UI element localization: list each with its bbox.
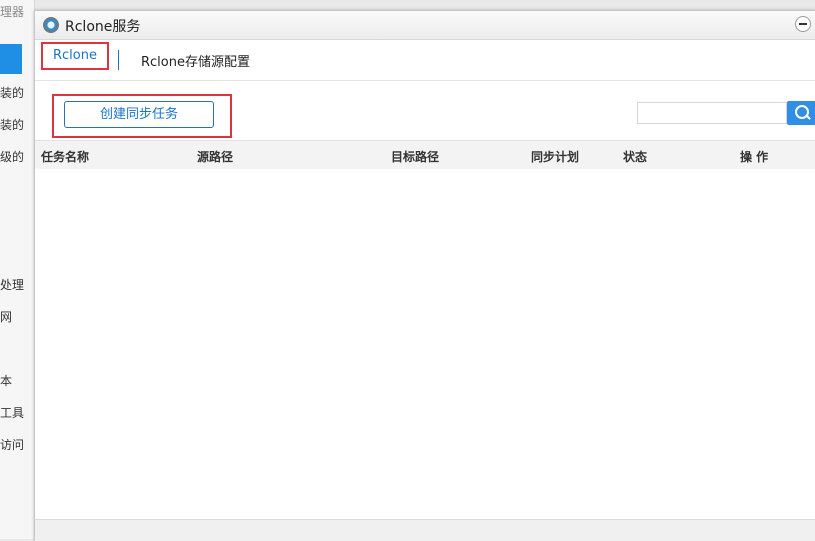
- rclone-app-icon: [43, 17, 59, 33]
- tab-rclone[interactable]: Rclone: [41, 42, 109, 70]
- tab-storage-config[interactable]: Rclone存储源配置: [141, 51, 250, 70]
- create-task-highlight: 创建同步任务: [52, 94, 232, 138]
- tab-divider: [118, 50, 119, 70]
- window-titlebar[interactable]: Rclone服务: [35, 11, 815, 40]
- column-actions[interactable]: 操 作: [740, 148, 768, 165]
- create-sync-task-button[interactable]: 创建同步任务: [64, 101, 214, 128]
- search-button[interactable]: [787, 101, 815, 125]
- tab-bar: Rclone Rclone存储源配置: [35, 40, 815, 81]
- background-sidebar-item[interactable]: 装的: [0, 116, 24, 133]
- background-sidebar-item[interactable]: 网: [0, 308, 12, 325]
- column-status[interactable]: 状态: [623, 148, 647, 165]
- background-sidebar-item[interactable]: 访问: [0, 436, 24, 453]
- column-sync-schedule[interactable]: 同步计划: [531, 148, 579, 165]
- table-footer: [35, 519, 815, 541]
- search-input[interactable]: [637, 102, 787, 124]
- background-sidebar-item[interactable]: 本: [0, 372, 12, 389]
- search-icon-handle: [805, 114, 811, 120]
- background-sidebar-item[interactable]: 处理: [0, 276, 24, 293]
- rclone-service-window: Rclone服务 Rclone Rclone存储源配置 创建同步任务 任务名称 …: [34, 10, 815, 541]
- background-app-title: 理器: [0, 5, 25, 19]
- column-target-path[interactable]: 目标路径: [391, 148, 439, 165]
- background-sidebar-active-item[interactable]: [0, 44, 22, 74]
- background-sidebar-item[interactable]: 级的: [0, 148, 24, 165]
- background-sidebar-item[interactable]: 装的: [0, 84, 24, 101]
- task-table-body: [35, 169, 815, 519]
- column-task-name[interactable]: 任务名称: [41, 148, 89, 165]
- minimize-icon[interactable]: [795, 16, 811, 32]
- task-table-header: 任务名称 源路径 目标路径 同步计划 状态 操 作: [35, 140, 815, 170]
- column-source-path[interactable]: 源路径: [197, 148, 233, 165]
- window-title: Rclone服务: [65, 19, 141, 35]
- background-sidebar: 理器 装的 装的 级的 处理 网 本 工具 访问: [0, 0, 35, 539]
- background-sidebar-item[interactable]: 工具: [0, 404, 24, 421]
